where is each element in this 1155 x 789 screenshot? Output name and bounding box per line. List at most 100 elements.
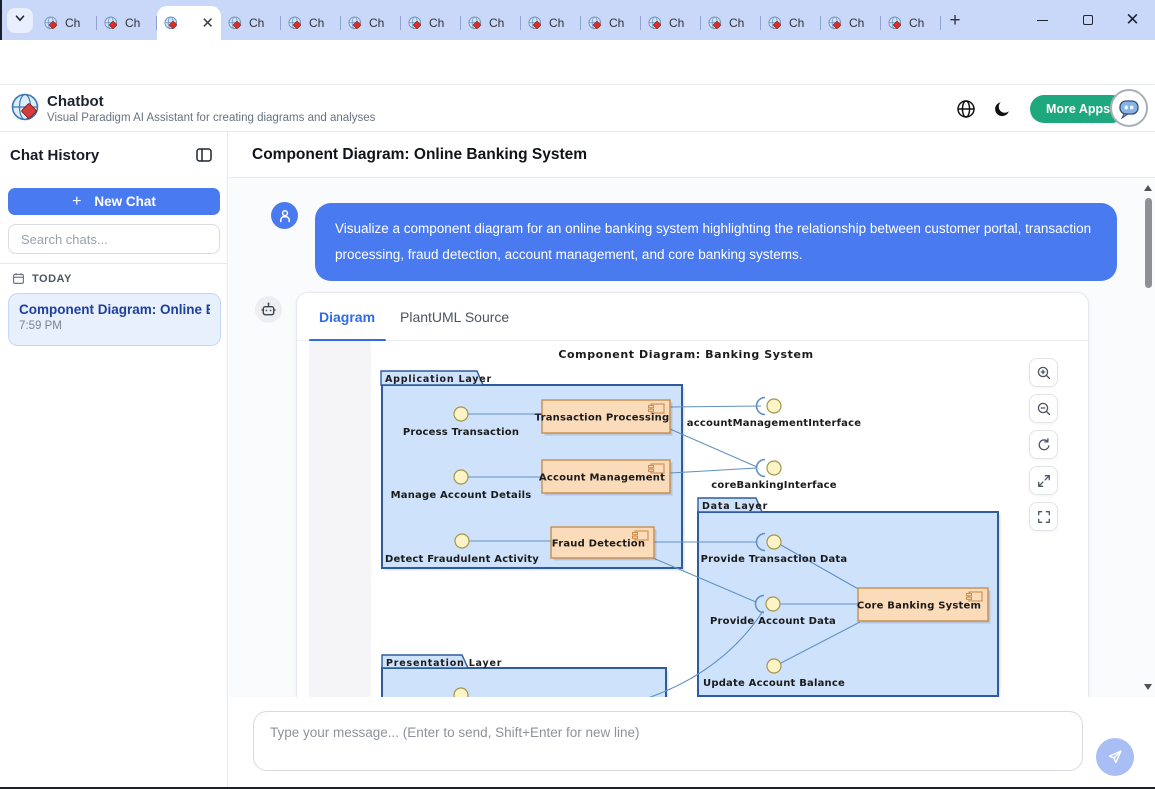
port-circle <box>455 534 469 548</box>
chat-scroll-area[interactable]: Visualize a component diagram for an onl… <box>229 178 1155 697</box>
browser-tab[interactable]: Ch <box>521 6 581 40</box>
message-input[interactable] <box>253 711 1083 771</box>
chat-item-title: Component Diagram: Online B... <box>19 302 210 317</box>
maximize-icon <box>1083 15 1093 25</box>
visual-paradigm-favicon <box>528 16 543 31</box>
diagram-card: Diagram PlantUML Source Component Diagra… <box>296 292 1089 697</box>
browser-tab[interactable]: Ch <box>761 6 821 40</box>
tab-label: Ch <box>309 16 324 30</box>
user-avatar <box>271 202 298 229</box>
chatbot-badge[interactable] <box>1110 89 1148 127</box>
visual-paradigm-favicon <box>708 16 723 31</box>
zoom-out-button[interactable] <box>1029 394 1058 423</box>
interface-label: accountManagementInterface <box>687 418 861 429</box>
scrollbar-thumb[interactable] <box>1145 198 1152 288</box>
zoom-in-icon <box>1036 365 1052 381</box>
tab-label: Ch <box>65 16 80 30</box>
browser-tab[interactable]: Ch <box>37 6 97 40</box>
expand-icon <box>1036 473 1052 489</box>
person-icon <box>277 208 293 224</box>
browser-tab[interactable]: Ch <box>881 6 941 40</box>
port-circle <box>454 688 468 697</box>
package-name: Application Layer <box>385 374 492 385</box>
collapse-sidebar-button[interactable] <box>195 146 213 169</box>
visual-paradigm-favicon <box>768 16 783 31</box>
interface-label: Provide Account Data <box>710 616 836 627</box>
tab-search-button[interactable] <box>7 8 33 33</box>
browser-tab[interactable]: Ch <box>581 6 641 40</box>
assistant-avatar <box>255 296 282 323</box>
visual-paradigm-favicon <box>228 16 243 31</box>
close-icon: ✕ <box>1125 10 1139 30</box>
tab-label: Ch <box>369 16 384 30</box>
browser-tab[interactable]: Ch <box>821 6 881 40</box>
tab-label: Ch <box>429 16 444 30</box>
tab-diagram[interactable]: Diagram <box>319 293 375 341</box>
component-name: Core Banking System <box>857 601 981 612</box>
browser-tab[interactable]: Ch <box>641 6 701 40</box>
browser-tab[interactable]: Ch <box>97 6 157 40</box>
component-icon <box>633 533 638 535</box>
package-name: Presentation Layer <box>386 658 502 669</box>
scroll-down-arrow-icon[interactable] <box>1144 684 1152 690</box>
language-button[interactable] <box>954 97 978 121</box>
sidebar: Chat History + New Chat TODAY Component … <box>0 132 228 789</box>
browser-tab[interactable]: Ch <box>461 6 521 40</box>
calendar-icon <box>12 272 25 285</box>
chat-history-item[interactable]: Component Diagram: Online B... 7:59 PM <box>8 293 221 346</box>
component-name: Account Management <box>539 473 665 484</box>
browser-tab[interactable]: Ch <box>401 6 461 40</box>
vertical-scrollbar[interactable] <box>1143 178 1153 697</box>
reset-button[interactable] <box>1029 430 1058 459</box>
send-button[interactable] <box>1096 738 1134 776</box>
close-window-button[interactable]: ✕ <box>1110 0 1155 40</box>
visual-paradigm-favicon <box>468 16 483 31</box>
chat-history-heading: Chat History <box>10 147 99 164</box>
fullscreen-button[interactable] <box>1029 502 1058 531</box>
visual-paradigm-favicon <box>44 16 59 31</box>
browser-titlebar: ChCh✕ChChChChChChChChChChChCh + ✕ <box>0 0 1155 40</box>
visual-paradigm-favicon <box>104 16 119 31</box>
maximize-button[interactable] <box>1065 0 1110 40</box>
window-controls: ✕ <box>1020 0 1155 40</box>
browser-tab-active[interactable]: ✕ <box>157 6 221 40</box>
socket-arc <box>757 460 766 477</box>
chat-item-time: 7:59 PM <box>19 320 210 332</box>
browser-tab[interactable]: Ch <box>701 6 761 40</box>
interface-ball <box>767 461 781 475</box>
component-icon <box>967 594 972 596</box>
new-chat-button[interactable]: + New Chat <box>8 188 220 215</box>
scroll-up-arrow-icon[interactable] <box>1144 185 1152 191</box>
diagram-viewport[interactable]: Component Diagram: Banking SystemApplica… <box>309 341 1078 697</box>
fullscreen-icon <box>1036 509 1052 525</box>
interface-label: Provide Transaction Data <box>701 554 848 565</box>
tab-label: Ch <box>609 16 624 30</box>
tab-label: Ch <box>125 16 140 30</box>
new-tab-button[interactable]: + <box>942 9 968 33</box>
tab-label: Ch <box>549 16 564 30</box>
diagram-svg[interactable]: Component Diagram: Banking SystemApplica… <box>371 341 1078 697</box>
minimize-button[interactable] <box>1020 0 1065 40</box>
browser-tab[interactable]: Ch <box>341 6 401 40</box>
expand-button[interactable] <box>1029 466 1058 495</box>
search-chats-input[interactable] <box>8 224 220 254</box>
visual-paradigm-favicon <box>588 16 603 31</box>
interface-ball <box>767 659 781 673</box>
visual-paradigm-favicon <box>348 16 363 31</box>
browser-window: ChCh✕ChChChChChChChChChChChCh + ✕ ai-too <box>0 0 1155 789</box>
package-name: Data Layer <box>702 501 768 512</box>
browser-tab[interactable]: Ch <box>221 6 281 40</box>
new-chat-label: New Chat <box>94 194 156 209</box>
tab-label: Ch <box>489 16 504 30</box>
tab-plantuml-source[interactable]: PlantUML Source <box>400 293 509 341</box>
app-title: Chatbot <box>47 93 104 110</box>
zoom-in-button[interactable] <box>1029 358 1058 387</box>
today-section-header: TODAY <box>12 272 72 285</box>
browser-toolbar: ai-toolbox.visual-paradigm.com/app/chatb… <box>0 40 1155 85</box>
component-name: Fraud Detection <box>552 539 645 550</box>
tab-close-icon[interactable]: ✕ <box>201 16 214 31</box>
browser-tab[interactable]: Ch <box>281 6 341 40</box>
browser-tabs: ChCh✕ChChChChChChChChChChChCh <box>37 6 941 40</box>
port-label: Manage Account Details <box>391 490 532 501</box>
dark-mode-button[interactable] <box>991 97 1015 121</box>
